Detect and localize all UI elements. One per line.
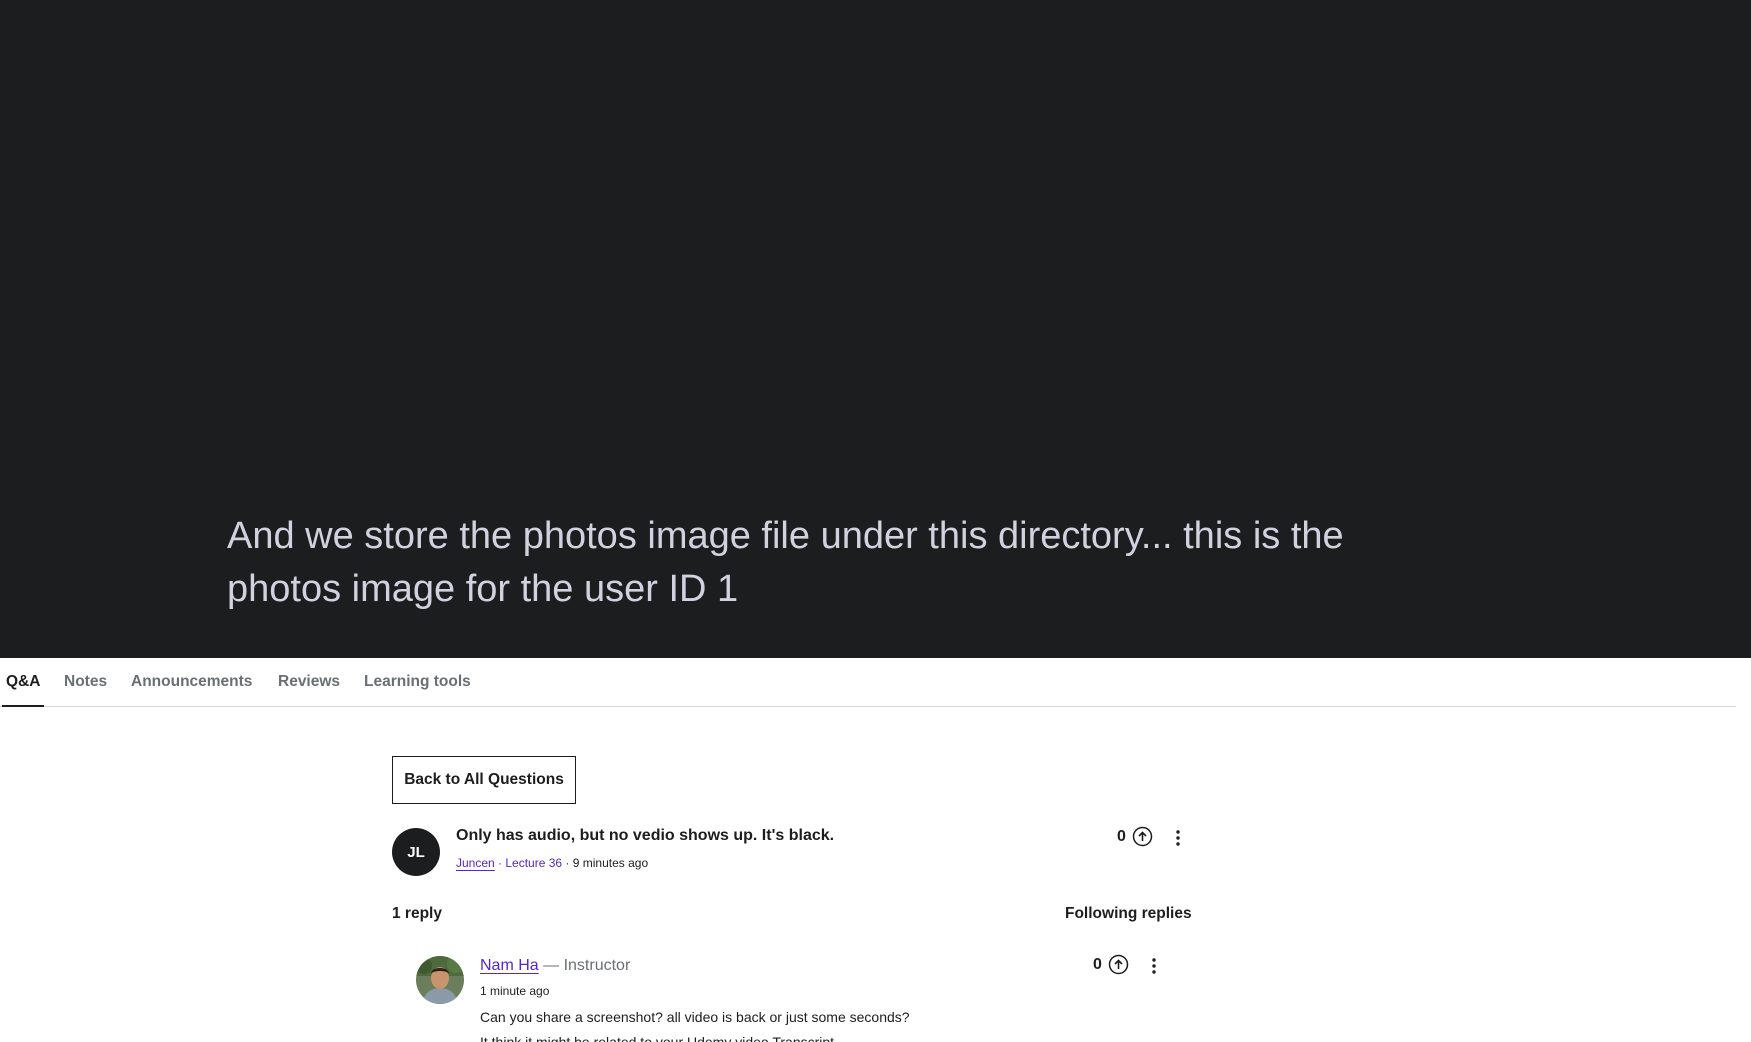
meta-separator: · xyxy=(494,856,506,870)
tab-learning-tools[interactable]: Learning tools xyxy=(364,658,471,707)
question-time: 9 minutes ago xyxy=(572,856,649,870)
upvote-icon[interactable] xyxy=(1132,826,1153,847)
reply-body: Can you share a screenshot? all video is… xyxy=(480,1009,910,1025)
avatar: JL xyxy=(392,828,440,876)
reply-author-link[interactable]: Nam Ha xyxy=(480,957,539,974)
following-replies-toggle[interactable]: Following replies xyxy=(1065,905,1192,923)
tab-qa[interactable]: Q&A xyxy=(2,658,45,707)
question-author-link[interactable]: Juncen xyxy=(456,856,495,870)
question-vote: 0 xyxy=(1117,826,1153,847)
reply-vote: 0 xyxy=(1093,954,1129,975)
question-meta: Juncen · Lecture 36 · 9 minutes ago xyxy=(456,856,648,870)
more-options-icon[interactable] xyxy=(1170,828,1186,848)
lecture-link[interactable]: Lecture 36 xyxy=(505,856,562,870)
upvote-icon[interactable] xyxy=(1108,954,1129,975)
tab-reviews[interactable]: Reviews xyxy=(278,658,340,707)
reply-author-role: — Instructor xyxy=(538,957,631,974)
more-options-icon[interactable] xyxy=(1146,956,1162,976)
vote-count: 0 xyxy=(1117,827,1126,845)
tab-announcements[interactable]: Announcements xyxy=(131,658,252,707)
vote-count: 0 xyxy=(1093,955,1102,973)
tab-notes[interactable]: Notes xyxy=(64,658,107,707)
replies-count: 1 reply xyxy=(392,905,442,922)
question-title: Only has audio, but no vedio shows up. I… xyxy=(456,827,835,844)
meta-separator: · xyxy=(562,856,573,870)
reply-body: It think it might be related to your Ude… xyxy=(480,1034,838,1042)
reply-author: Nam Ha — Instructor xyxy=(480,957,630,975)
back-to-all-questions-button[interactable]: Back to All Questions xyxy=(392,756,576,804)
reply-time: 1 minute ago xyxy=(480,984,550,998)
course-tabs: Q&A Notes Announcements Reviews Learning… xyxy=(0,658,1736,707)
avatar xyxy=(416,956,464,1004)
video-player[interactable]: And we store the photos image file under… xyxy=(0,0,1751,658)
video-caption: And we store the photos image file under… xyxy=(227,515,1344,610)
